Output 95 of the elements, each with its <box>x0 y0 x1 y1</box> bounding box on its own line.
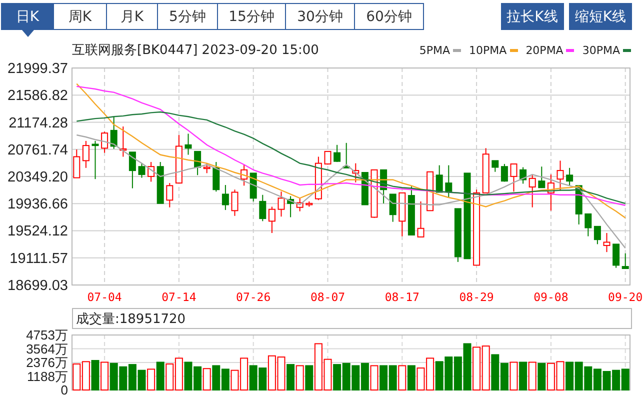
candlestick <box>528 174 536 208</box>
candlestick <box>398 192 406 237</box>
legend-label: 10PMA <box>469 44 507 56</box>
candlestick <box>156 161 164 204</box>
candlestick <box>612 244 620 268</box>
legend-label: 30PMA <box>582 44 620 56</box>
y-axis-label: 21174.28 <box>8 115 68 132</box>
candlestick <box>166 182 174 208</box>
candlestick <box>203 162 210 174</box>
candlestick <box>231 189 238 216</box>
candlestick <box>324 150 332 166</box>
candlestick <box>454 208 462 262</box>
y-axis-label: 3564万 <box>26 341 68 356</box>
chart-button[interactable]: 缩短K线 <box>568 3 632 30</box>
y-axis-label: 19936.66 <box>8 196 68 213</box>
candlestick <box>92 140 99 180</box>
candlestick <box>184 133 192 156</box>
x-axis-label: 09-08 <box>534 290 568 304</box>
candlestick <box>240 164 248 186</box>
candlestick <box>268 206 276 234</box>
y-axis-label: 21586.82 <box>8 88 68 104</box>
candlestick <box>426 171 434 212</box>
candlestick <box>73 149 80 178</box>
y-axis-label: 18699.03 <box>8 278 68 294</box>
candlestick <box>175 134 182 184</box>
y-axis-label: 20349.20 <box>8 170 68 186</box>
x-axis-label: 07-14 <box>162 290 196 304</box>
period-tab[interactable]: 周K <box>53 3 107 30</box>
period-tab[interactable]: 60分钟 <box>354 3 424 30</box>
candlestick <box>556 160 564 192</box>
y-axis-label: 19111.57 <box>10 250 68 267</box>
candlestick <box>584 213 592 237</box>
y-axis-label: 19524.12 <box>8 224 68 240</box>
y-axis-label: 21999.37 <box>8 61 68 77</box>
candlestick <box>482 148 490 194</box>
candlestick <box>120 126 127 158</box>
candlestick <box>194 150 202 176</box>
candlestick <box>306 200 313 208</box>
x-axis-label: 07-26 <box>236 290 271 304</box>
candlestick <box>566 167 574 186</box>
candlestick <box>436 164 443 193</box>
volume-label: 成交量:18951720 <box>72 308 632 329</box>
x-axis-label: 08-07 <box>310 290 346 304</box>
y-axis-label: 4753万 <box>26 329 68 342</box>
period-tab[interactable]: 15分钟 <box>217 3 286 30</box>
period-tab[interactable]: 5分钟 <box>157 3 218 30</box>
candlestick <box>250 172 257 202</box>
candlestick <box>603 232 610 253</box>
candlestick <box>287 196 294 218</box>
period-tab[interactable]: 30分钟 <box>285 3 355 30</box>
tab-pointer-icon <box>22 30 34 37</box>
candlestick <box>445 164 452 198</box>
y-axis-label: 1188万 <box>27 368 68 384</box>
candlestick <box>408 186 415 236</box>
candlestick <box>212 161 220 192</box>
legend-label: 5PMA <box>419 44 450 56</box>
candlestick <box>361 172 368 206</box>
chart-button[interactable]: 拉长K线 <box>500 3 564 30</box>
x-axis-label: 08-29 <box>459 290 494 304</box>
x-axis-label: 08-17 <box>384 290 420 304</box>
candlestick <box>334 144 341 162</box>
candlestick <box>389 194 396 222</box>
y-axis-label: 20761.74 <box>8 142 68 158</box>
candlestick <box>82 140 90 168</box>
candlestick <box>380 169 388 204</box>
candlestick <box>492 160 499 172</box>
y-axis-label: 2376万 <box>26 355 68 370</box>
y-axis-label: 0 <box>60 382 68 396</box>
candlestick <box>547 174 554 212</box>
candlestick <box>278 191 285 218</box>
candlestick <box>148 161 155 182</box>
chart-title: 互联网服务[BK0447] 2023-09-20 15:00 <box>72 42 319 59</box>
legend-label: 20PMA <box>526 44 564 56</box>
period-tab[interactable]: 日K <box>1 3 54 30</box>
candlestick <box>594 226 601 245</box>
candlestick <box>128 152 136 189</box>
candlestick <box>575 185 582 225</box>
candlestick <box>296 198 304 212</box>
candlestick <box>138 162 146 178</box>
candlestick <box>500 163 508 182</box>
candlestick <box>110 116 118 150</box>
candlestick <box>370 169 378 218</box>
candlestick <box>417 200 424 238</box>
x-axis-label: 07-04 <box>87 290 122 304</box>
candlestick <box>538 166 546 188</box>
candlestick <box>622 252 629 269</box>
candlestick <box>101 131 108 154</box>
candlestick <box>222 184 229 210</box>
candlestick <box>342 142 350 168</box>
candlestick <box>352 162 360 183</box>
candlestick <box>520 166 527 184</box>
period-tab[interactable]: 月K <box>106 3 158 30</box>
x-axis-label: 09-20 <box>608 290 643 304</box>
candlestick <box>510 163 518 192</box>
candlestick <box>259 194 266 222</box>
